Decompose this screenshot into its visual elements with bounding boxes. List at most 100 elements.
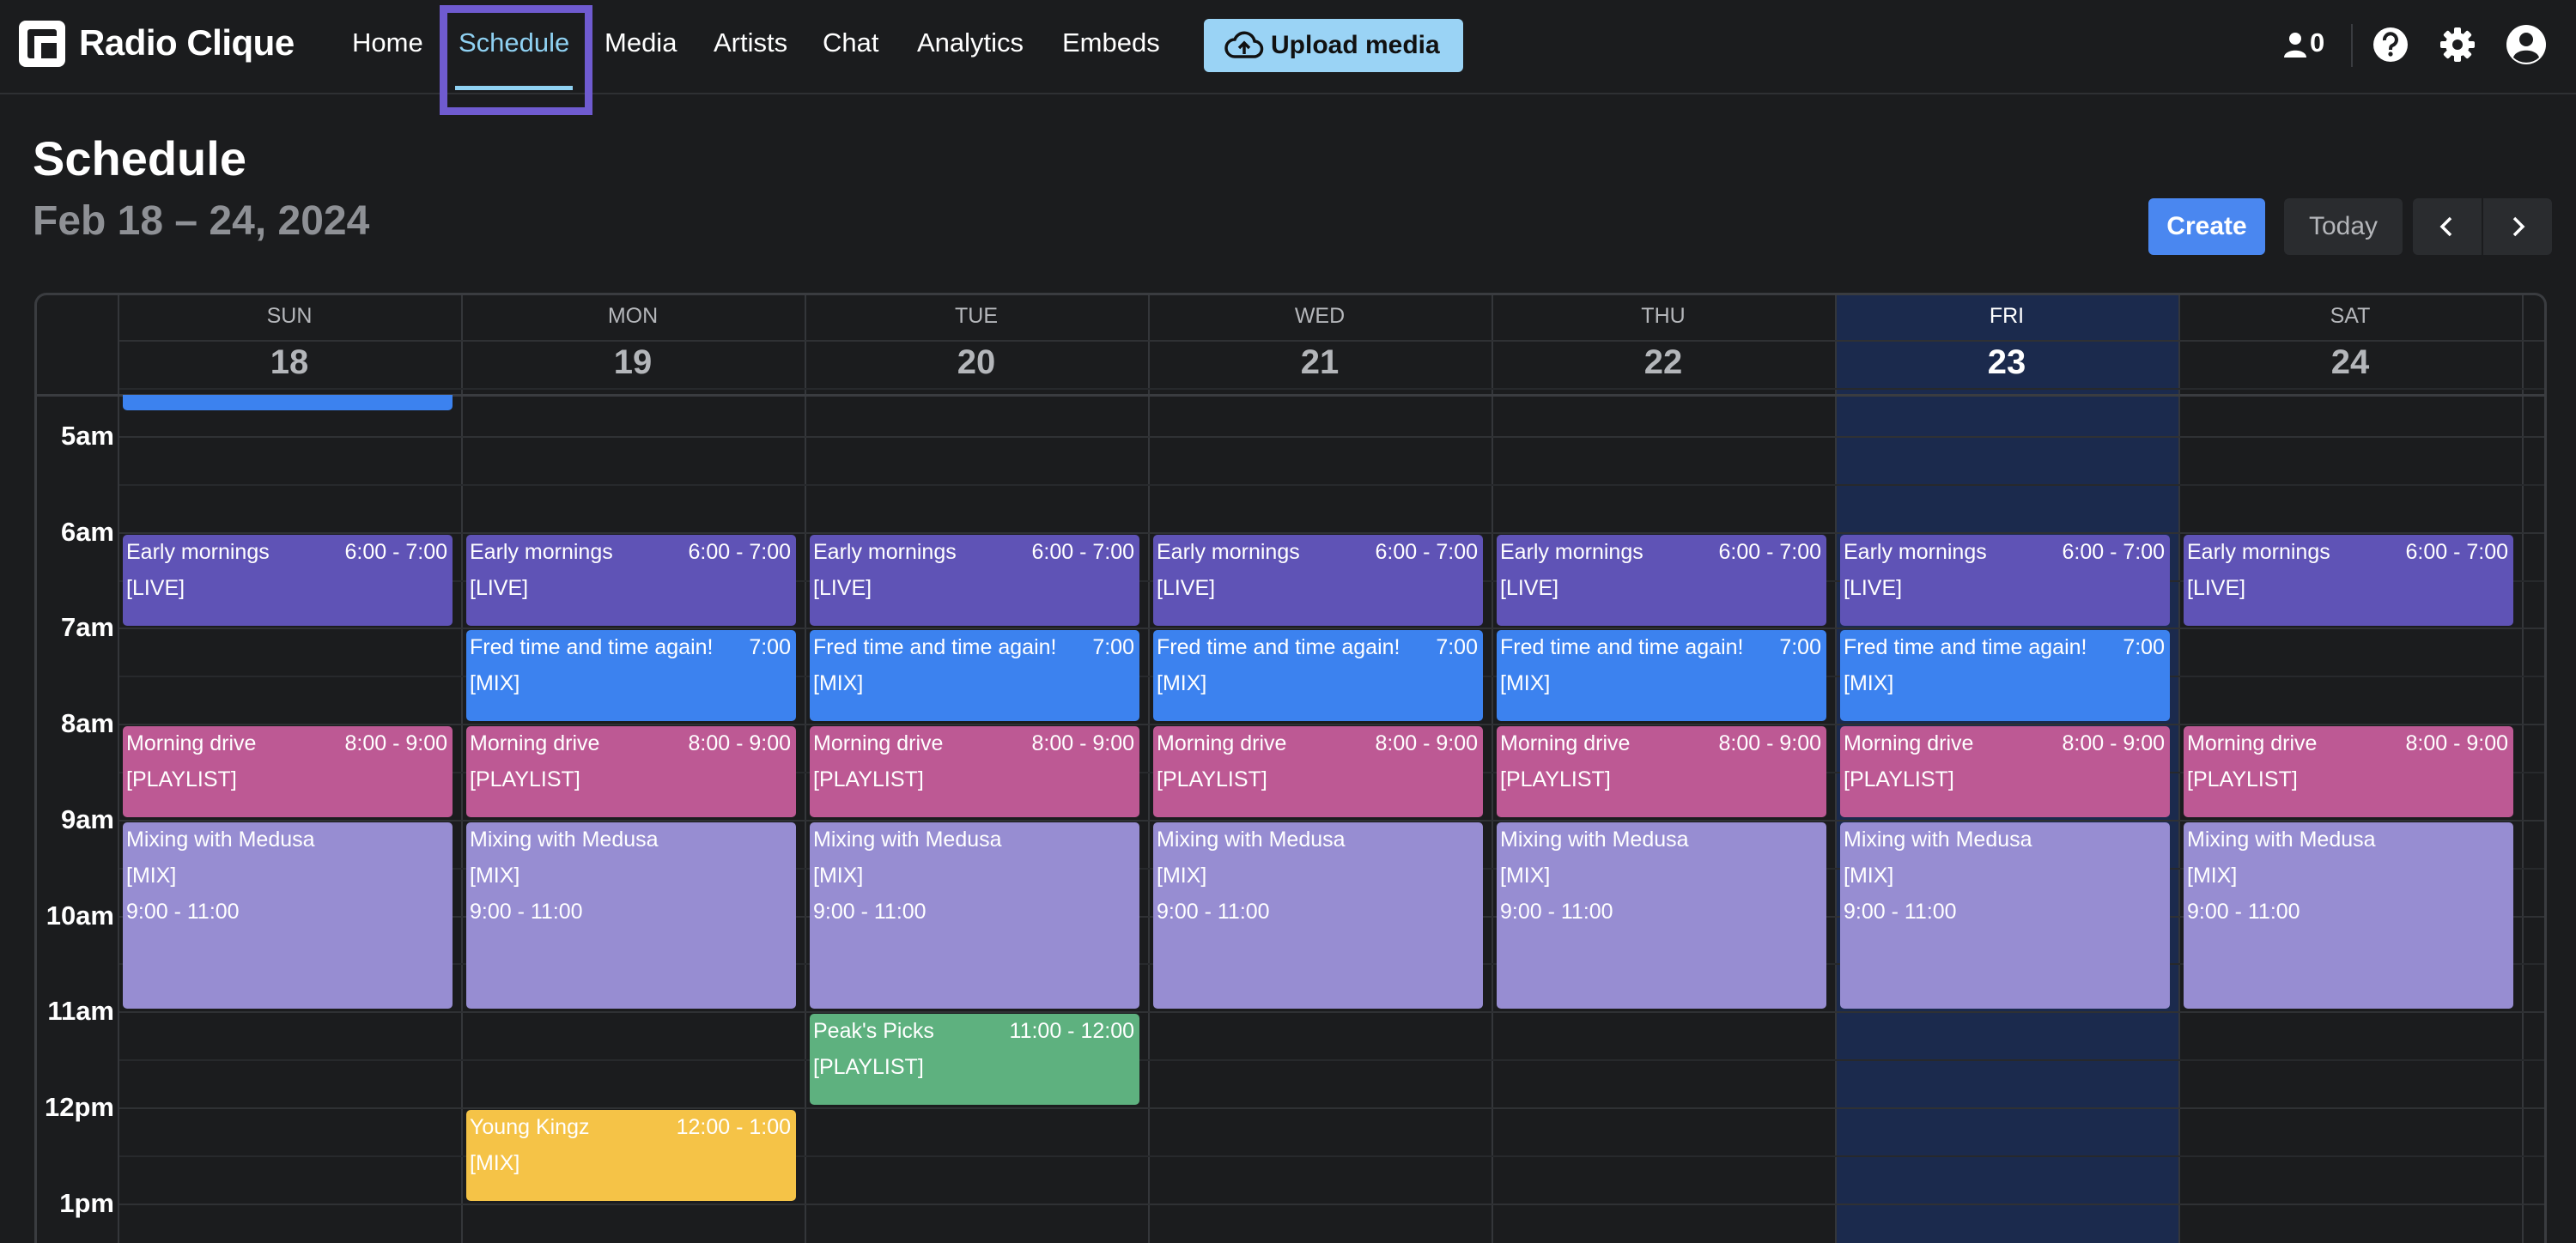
event-type-tag: [MIX] [470, 864, 520, 888]
event-title: Young Kingz [470, 1115, 590, 1139]
active-nav-highlight [440, 5, 592, 115]
schedule-event[interactable]: Morning drive [PLAYLIST] 8:00 - 9:00 [123, 726, 453, 817]
schedule-event[interactable]: Early mornings [LIVE] 6:00 - 7:00 [1153, 535, 1483, 626]
event-time: 6:00 - 7:00 [1031, 540, 1134, 564]
event-time: 9:00 - 11:00 [813, 900, 927, 924]
event-title: Morning drive [126, 731, 257, 755]
day-header[interactable]: SUN 18 [118, 295, 461, 395]
upload-media-button[interactable]: Upload media [1204, 19, 1463, 72]
day-header[interactable]: MON 19 [461, 295, 805, 395]
hour-gridline [119, 628, 2544, 629]
nav-artists[interactable]: Artists [714, 27, 787, 58]
schedule-event[interactable]: Morning drive [PLAYLIST] 8:00 - 9:00 [2184, 726, 2513, 817]
schedule-event[interactable]: Mixing with Medusa [MIX] 9:00 - 11:00 [2184, 822, 2513, 1009]
event-type-tag: [MIX] [813, 864, 864, 888]
schedule-event[interactable]: Morning drive [PLAYLIST] 8:00 - 9:00 [466, 726, 796, 817]
event-title: Mixing with Medusa [813, 828, 1002, 852]
event-type-tag: [MIX] [1500, 671, 1551, 695]
schedule-event[interactable]: Early mornings [LIVE] 6:00 - 7:00 [466, 535, 796, 626]
event-type-tag: [MIX] [2187, 864, 2238, 888]
brand-name[interactable]: Radio Clique [79, 22, 295, 64]
hour-label: 6am [60, 517, 114, 547]
day-header[interactable]: FRI 23 [1835, 295, 2178, 395]
gear-icon[interactable] [2439, 26, 2476, 64]
event-time: 7:00 [1779, 635, 1821, 659]
event-type-tag: [LIVE] [1157, 576, 1216, 600]
schedule-event[interactable]: Morning drive [PLAYLIST] 8:00 - 9:00 [1153, 726, 1483, 817]
event-time: 9:00 - 11:00 [1844, 900, 1957, 924]
nav-chat[interactable]: Chat [823, 27, 878, 58]
help-icon[interactable] [2372, 26, 2409, 64]
event-title: Fred time and time again! [1500, 635, 1744, 659]
event-type-tag: [LIVE] [126, 576, 185, 600]
event-title: Mixing with Medusa [1500, 828, 1689, 852]
schedule-event[interactable]: Fred time and time again! [MIX] 7:00 [810, 630, 1139, 721]
radio-clique-logo[interactable] [19, 21, 65, 67]
schedule-event[interactable]: Fred time and time again! [MIX] 7:00 [1840, 630, 2170, 721]
schedule-event[interactable]: Mixing with Medusa [MIX] 9:00 - 11:00 [1840, 822, 2170, 1009]
hour-gridline [119, 1107, 2544, 1109]
chevron-right-icon [2512, 216, 2525, 237]
schedule-event[interactable]: Early mornings [LIVE] 6:00 - 7:00 [123, 535, 453, 626]
day-name: SUN [266, 304, 313, 328]
event-type-tag: [LIVE] [813, 576, 872, 600]
event-time: 6:00 - 7:00 [2062, 540, 2165, 564]
event-type-tag: [MIX] [1157, 864, 1207, 888]
event-time: 7:00 [2123, 635, 2165, 659]
schedule-event[interactable]: Mixing with Medusa [MIX] 9:00 - 11:00 [123, 822, 453, 1009]
hour-label: 7am [60, 612, 114, 642]
schedule-event[interactable]: Morning drive [PLAYLIST] 8:00 - 9:00 [1497, 726, 1826, 817]
event-title: Early mornings [2187, 540, 2330, 564]
schedule-event[interactable]: Morning drive [PLAYLIST] 8:00 - 9:00 [810, 726, 1139, 817]
event-type-tag: [PLAYLIST] [470, 767, 580, 791]
event-title: Fred time and time again! [813, 635, 1057, 659]
event-time: 9:00 - 11:00 [2187, 900, 2300, 924]
schedule-event[interactable]: Peak's Picks [PLAYLIST] 11:00 - 12:00 [810, 1014, 1139, 1105]
today-button[interactable]: Today [2284, 198, 2403, 255]
nav-home[interactable]: Home [352, 27, 423, 58]
schedule-event[interactable]: Early mornings [LIVE] 6:00 - 7:00 [2184, 535, 2513, 626]
event-title: Early mornings [813, 540, 957, 564]
day-header[interactable]: SAT 24 [2178, 295, 2522, 395]
schedule-event[interactable]: Morning drive [PLAYLIST] 8:00 - 9:00 [1840, 726, 2170, 817]
half-hour-gridline [119, 388, 2544, 390]
previous-week-button[interactable] [2413, 198, 2482, 255]
schedule-event[interactable]: Fred time and time again! [MIX] 7:00 [466, 630, 796, 721]
hour-gridline [119, 820, 2544, 822]
schedule-event[interactable]: Mixing with Medusa [MIX] 9:00 - 11:00 [466, 822, 796, 1009]
day-header[interactable]: TUE 20 [805, 295, 1148, 395]
day-number: 24 [2330, 343, 2370, 381]
day-header[interactable]: THU 22 [1492, 295, 1835, 395]
schedule-event[interactable]: Early mornings [LIVE] 6:00 - 7:00 [810, 535, 1139, 626]
day-header[interactable]: WED 21 [1148, 295, 1492, 395]
day-number: 23 [1987, 343, 2026, 381]
event-time: 9:00 - 11:00 [470, 900, 583, 924]
nav-media[interactable]: Media [605, 27, 677, 58]
event-time: 11:00 - 12:00 [1009, 1019, 1134, 1043]
schedule-event[interactable]: Early mornings [LIVE] 6:00 - 7:00 [1840, 535, 2170, 626]
schedule-event[interactable]: Young Kingz [MIX] 12:00 - 1:00 [466, 1110, 796, 1201]
nav-embeds[interactable]: Embeds [1062, 27, 1160, 58]
event-title: Early mornings [1844, 540, 1987, 564]
event-overflow-sliver[interactable] [123, 395, 453, 410]
event-time: 7:00 [1436, 635, 1478, 659]
event-title: Early mornings [1500, 540, 1643, 564]
nav-analytics[interactable]: Analytics [917, 27, 1024, 58]
event-time: 9:00 - 11:00 [1157, 900, 1270, 924]
account-icon[interactable] [2506, 24, 2547, 65]
day-number: 22 [1643, 343, 1683, 381]
schedule-event[interactable]: Mixing with Medusa [MIX] 9:00 - 11:00 [1153, 822, 1483, 1009]
day-number: 20 [957, 343, 996, 381]
listener-count: 0 [2310, 27, 2325, 58]
schedule-event[interactable]: Mixing with Medusa [MIX] 9:00 - 11:00 [810, 822, 1139, 1009]
user-icon[interactable] [2282, 31, 2308, 58]
create-button[interactable]: Create [2148, 198, 2265, 255]
next-week-button[interactable] [2482, 198, 2552, 255]
week-calendar: SUN 18 MON 19 TUE 20 WED 21 THU 22 FRI 23 SAT 24 5am 6a… [34, 293, 2547, 1243]
nav-schedule[interactable]: Schedule [459, 27, 569, 58]
schedule-event[interactable]: Fred time and time again! [MIX] 7:00 [1153, 630, 1483, 721]
schedule-event[interactable]: Fred time and time again! [MIX] 7:00 [1497, 630, 1826, 721]
event-type-tag: [MIX] [1844, 671, 1894, 695]
schedule-event[interactable]: Early mornings [LIVE] 6:00 - 7:00 [1497, 535, 1826, 626]
schedule-event[interactable]: Mixing with Medusa [MIX] 9:00 - 11:00 [1497, 822, 1826, 1009]
